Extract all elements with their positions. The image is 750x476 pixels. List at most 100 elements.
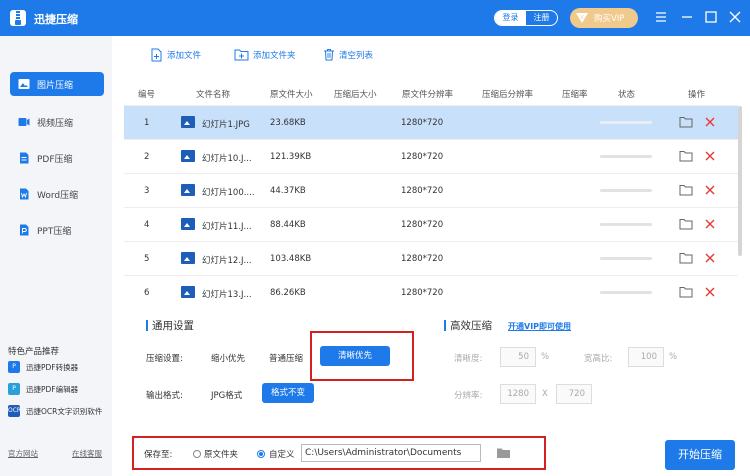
add-file-label: 添加文件: [167, 51, 202, 61]
buy-vip-button[interactable]: V 购买VIP: [570, 8, 638, 28]
delete-icon[interactable]: [704, 116, 716, 128]
option-jpg-format[interactable]: JPG格式: [211, 389, 242, 401]
cell-index: 5: [144, 254, 150, 264]
maximize-icon[interactable]: [704, 10, 718, 24]
ppt-icon: [20, 224, 29, 236]
option-shrink-first[interactable]: 缩小优先: [211, 352, 245, 364]
column-header-compressed-size: 压缩后大小: [334, 90, 377, 100]
cell-size: 44.37KB: [270, 186, 306, 196]
table-scrollbar[interactable]: [738, 106, 742, 256]
option-normal-compress[interactable]: 普通压缩: [269, 352, 303, 364]
close-icon[interactable]: [728, 10, 742, 24]
clarity-input[interactable]: 50: [500, 347, 536, 367]
resolution-width-input[interactable]: 1280: [500, 384, 536, 404]
save-to-label: 保存至:: [144, 450, 173, 460]
aspect-label: 宽高比:: [584, 354, 613, 364]
cell-size: 86.26KB: [270, 288, 306, 298]
table-row[interactable]: 4 幻灯片11.J... 88.44KB 1280*720: [124, 208, 738, 242]
save-path-input[interactable]: C:\Users\Administrator\Documents: [301, 444, 481, 462]
start-compress-button[interactable]: 开始压缩: [665, 440, 735, 470]
sidebar-item-video[interactable]: 视频压缩: [10, 110, 104, 134]
sidebar-item-label: 图片压缩: [37, 80, 74, 91]
efficient-compress-title: 高效压缩: [444, 318, 492, 333]
promo-label: 迅捷OCR文字识别软件: [26, 406, 103, 416]
status-progress-bar: [600, 121, 652, 124]
table-row[interactable]: 1 幻灯片1.JPG 23.68KB 1280*720: [124, 106, 738, 140]
column-header-name: 文件名称: [196, 90, 231, 100]
table-row[interactable]: 3 幻灯片100.... 44.37KB 1280*720: [124, 174, 738, 208]
sidebar-item-word[interactable]: Word压缩: [10, 182, 104, 206]
delete-icon[interactable]: [704, 286, 716, 298]
cell-name: 幻灯片13.J...: [202, 290, 252, 300]
column-header-original-resolution: 原文件分辨率: [402, 90, 454, 100]
open-folder-icon[interactable]: [679, 286, 693, 298]
promo-label: 迅捷PDF转换器: [26, 362, 79, 372]
image-file-icon: [181, 252, 195, 264]
delete-icon[interactable]: [704, 184, 716, 196]
cell-size: 88.44KB: [270, 220, 306, 230]
cell-resolution: 1280*720: [401, 254, 444, 264]
promo-pdf-editor[interactable]: P 迅捷PDF编辑器: [8, 383, 78, 395]
app-title: 迅捷压缩: [34, 13, 78, 26]
open-folder-icon[interactable]: [679, 218, 693, 230]
login-button[interactable]: 登录: [495, 11, 526, 25]
table-row[interactable]: 5 幻灯片12.J... 103.48KB 1280*720: [124, 242, 738, 276]
open-vip-link[interactable]: 开通VIP即可使用: [508, 321, 571, 332]
status-progress-bar: [600, 189, 652, 192]
auth-group: 登录 注册: [494, 10, 558, 26]
cell-size: 121.39KB: [270, 152, 312, 162]
general-settings-label: 通用设置: [152, 320, 194, 332]
image-file-icon: [181, 150, 195, 162]
minimize-icon[interactable]: [680, 10, 694, 24]
radio-original-folder[interactable]: [193, 450, 201, 458]
open-folder-icon[interactable]: [679, 252, 693, 264]
ocr-icon: OCR: [8, 405, 21, 417]
file-table: 编号 文件名称 原文件大小 压缩后大小 原文件分辨率 压缩后分辨率 压缩率 状态…: [124, 78, 738, 308]
delete-icon[interactable]: [704, 150, 716, 162]
cell-name: 幻灯片10.J...: [202, 154, 252, 164]
promo-ocr[interactable]: OCR 迅捷OCR文字识别软件: [8, 405, 102, 417]
cell-index: 6: [144, 288, 150, 298]
output-format-label: 输出格式:: [146, 391, 183, 401]
browse-folder-icon[interactable]: [496, 447, 511, 459]
delete-icon[interactable]: [704, 218, 716, 230]
delete-icon[interactable]: [704, 252, 716, 264]
resolution-height-input[interactable]: 720: [556, 384, 592, 404]
online-support-link[interactable]: 在线客服: [72, 448, 102, 459]
menu-icon[interactable]: [654, 10, 668, 24]
pdf-converter-icon: P: [8, 361, 20, 373]
promo-pdf-converter[interactable]: P 迅捷PDF转换器: [8, 361, 78, 373]
column-header-index: 编号: [138, 90, 156, 100]
cell-name: 幻灯片100....: [202, 188, 255, 198]
annotation-highlight-box: [310, 331, 414, 381]
custom-folder-label: 自定义: [269, 450, 295, 460]
open-folder-icon[interactable]: [679, 116, 693, 128]
sidebar-item-image[interactable]: 图片压缩: [10, 72, 104, 96]
buy-vip-label: 购买VIP: [594, 14, 625, 24]
trash-icon: [324, 49, 334, 61]
table-row[interactable]: 2 幻灯片10.J... 121.39KB 1280*720: [124, 140, 738, 174]
sidebar-item-ppt[interactable]: PPT压缩: [10, 218, 104, 242]
aspect-input[interactable]: 100: [628, 347, 664, 367]
option-keep-format[interactable]: 格式不变: [262, 383, 314, 403]
add-folder-icon: [234, 49, 249, 61]
video-icon: [18, 118, 30, 126]
add-folder-button[interactable]: 添加文件夹: [234, 48, 296, 61]
add-file-button[interactable]: 添加文件: [150, 48, 201, 62]
status-progress-bar: [600, 291, 652, 294]
image-file-icon: [181, 218, 195, 230]
official-website-link[interactable]: 官方网站: [8, 448, 38, 459]
clear-list-button[interactable]: 清空列表: [323, 48, 373, 61]
sidebar-item-pdf[interactable]: PDF压缩: [10, 146, 104, 170]
radio-custom-folder[interactable]: [257, 450, 265, 458]
efficient-compress-label: 高效压缩: [450, 320, 492, 332]
open-folder-icon[interactable]: [679, 150, 693, 162]
toolbar: 添加文件 添加文件夹 清空列表: [112, 36, 750, 76]
clear-list-label: 清空列表: [339, 50, 374, 61]
open-folder-icon[interactable]: [679, 184, 693, 196]
register-button[interactable]: 注册: [526, 11, 557, 25]
compress-settings-label: 压缩设置:: [146, 354, 183, 364]
table-row[interactable]: 6 幻灯片13.J... 86.26KB 1280*720: [124, 276, 738, 308]
image-file-icon: [181, 116, 195, 128]
column-header-ratio: 压缩率: [562, 90, 588, 100]
